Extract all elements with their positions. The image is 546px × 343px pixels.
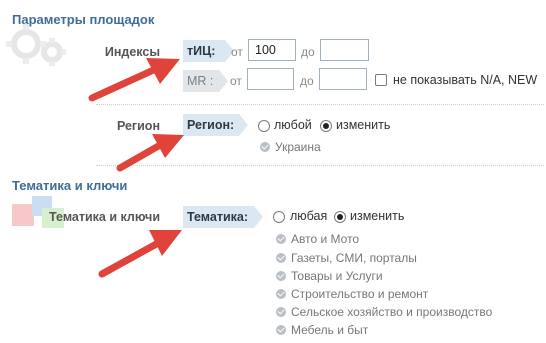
tic-from-input[interactable] [248, 39, 296, 61]
tic-tag: тИЦ: [183, 40, 234, 62]
mr-to-input[interactable] [319, 68, 367, 90]
themes-change-radio[interactable] [334, 211, 346, 223]
platform-params-title: Параметры площадок [12, 12, 155, 27]
theme-item: Товары и Услуги [276, 269, 383, 283]
check-circle-icon [260, 142, 270, 152]
region-any-label: любой [274, 118, 312, 132]
check-circle-icon [276, 325, 286, 335]
mr-to-label: до [300, 74, 314, 88]
region-any-radio[interactable] [258, 120, 270, 132]
themes-title: Тематика и ключи [12, 178, 128, 193]
check-circle-icon [276, 307, 286, 317]
check-circle-icon [276, 234, 286, 244]
hide-na-checkbox[interactable] [375, 74, 387, 86]
theme-item: Строительство и ремонт [276, 287, 428, 301]
region-tag: Регион: [183, 114, 248, 136]
themes-any-radio[interactable] [273, 211, 285, 223]
themes-row-label: Тематика и ключи [49, 210, 160, 224]
themes-any-label: любая [290, 209, 328, 223]
red-arrow-icon [88, 58, 180, 102]
red-arrow-icon [116, 134, 184, 172]
mr-tag: MR : [183, 70, 228, 92]
check-circle-icon [276, 289, 286, 299]
mr-from-label: от [230, 74, 242, 88]
region-row-label: Регион [116, 119, 160, 133]
theme-item: Мебель и быт [276, 323, 368, 337]
hide-na-label: не показывать N/A, NEW [393, 73, 538, 87]
tic-to-label: до [301, 45, 315, 59]
mr-from-input[interactable] [247, 68, 294, 90]
themes-change-label: изменить [350, 209, 405, 223]
region-change-radio[interactable] [320, 120, 332, 132]
theme-item: Авто и Мото [276, 232, 359, 246]
check-circle-icon [276, 271, 286, 281]
tic-from-label: от [231, 45, 243, 59]
region-change-label: изменить [336, 118, 391, 132]
theme-item: Газеты, СМИ, порталы [276, 251, 417, 265]
region-selected-item: Украина [260, 140, 321, 154]
theme-item: Сельское хозяйство и производство [276, 305, 492, 319]
themes-tag: Тематика: [183, 206, 263, 228]
tic-to-input[interactable] [320, 39, 369, 61]
check-circle-icon [276, 253, 286, 263]
red-arrow-icon [98, 230, 182, 278]
